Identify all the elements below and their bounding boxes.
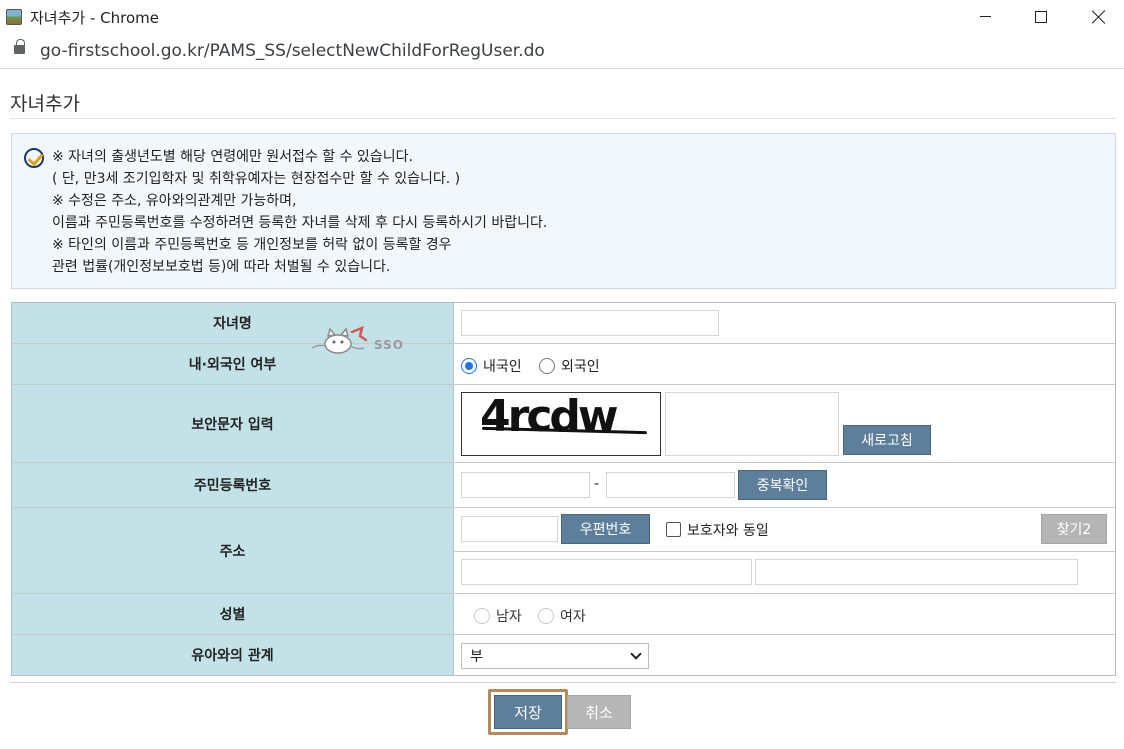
captcha-cell: 4rcdw 새로고침 <box>454 385 1115 462</box>
sso-cat-icon <box>311 325 368 354</box>
zipcode-button[interactable]: 우편번호 <box>561 514 650 544</box>
notice-line: ( 단, 만3세 조기입학자 및 취학유예자는 현장접수만 할 수 있습니다. … <box>52 171 461 187</box>
address-cell: 우편번호 보호자와 동일 찾기2 <box>454 508 1115 593</box>
rrn-cell: - 중복확인 <box>454 463 1115 507</box>
cancel-button[interactable]: 취소 <box>567 695 631 729</box>
child-name-input[interactable] <box>461 310 719 336</box>
row-child-name: 자녀명 <box>12 303 1115 344</box>
rrn-front-input[interactable] <box>461 472 590 498</box>
address-label: 주소 <box>12 508 454 593</box>
captcha-input[interactable] <box>665 392 839 456</box>
captcha-text: 4rcdw <box>480 392 619 442</box>
radio-foreign-label: 외국인 <box>561 359 600 375</box>
row-captcha: 보안문자 입력 4rcdw 새로고침 <box>12 385 1115 463</box>
same-as-guardian-checkbox[interactable] <box>666 522 681 537</box>
notice-text: ※ 자녀의 출생년도별 해당 연령에만 원서접수 할 수 있습니다. ( 단, … <box>52 146 547 278</box>
title-divider <box>10 118 1116 119</box>
address-divider <box>454 551 1115 552</box>
radio-foreign-button[interactable] <box>539 358 555 374</box>
zipcode-input[interactable] <box>461 516 558 542</box>
relation-cell: 부 <box>454 635 1115 675</box>
url-text[interactable]: go-firstschool.go.kr/PAMS_SS/selectNewCh… <box>40 41 545 61</box>
rrn-back-input[interactable] <box>606 472 735 498</box>
child-form-table: 자녀명 내·외국인 여부 내국인 외국인 보안문자 입력 4rcdw 새로고침 … <box>11 302 1116 676</box>
sso-mascot-icon[interactable]: SSO <box>308 325 404 356</box>
row-nationality: 내·외국인 여부 내국인 외국인 <box>12 344 1115 385</box>
app-icon <box>6 9 22 25</box>
window-title: 자녀추가 - Chrome <box>30 9 159 27</box>
radio-domestic[interactable]: 내국인 <box>461 356 522 376</box>
radio-male-button[interactable] <box>474 608 490 624</box>
chevron-down-icon <box>630 648 642 660</box>
bottom-divider <box>11 682 1116 683</box>
row-relation: 유아와의 관계 부 <box>12 635 1115 675</box>
row-rrn: 주민등록번호 - 중복확인 <box>12 463 1115 508</box>
minimize-icon <box>979 16 991 17</box>
notice-line: 이름과 주민등록번호를 수정하려면 등록한 자녀를 삭제 후 다시 등록하시기 … <box>52 215 548 231</box>
close-button[interactable] <box>1076 0 1122 33</box>
row-gender: 성별 남자 여자 <box>12 594 1115 635</box>
radio-domestic-label: 내국인 <box>483 359 522 375</box>
minimize-button[interactable] <box>962 0 1008 33</box>
nationality-cell: 내국인 외국인 <box>454 344 1115 384</box>
radio-male[interactable]: 남자 <box>474 606 522 626</box>
radio-foreign[interactable]: 외국인 <box>539 356 600 376</box>
relation-label: 유아와의 관계 <box>12 635 454 675</box>
rrn-label: 주민등록번호 <box>12 463 454 507</box>
find2-button[interactable]: 찾기2 <box>1041 514 1107 544</box>
relation-selected-value: 부 <box>470 649 483 665</box>
radio-female[interactable]: 여자 <box>538 606 586 626</box>
row-address: 주소 우편번호 보호자와 동일 찾기2 <box>12 508 1115 594</box>
refresh-captcha-button[interactable]: 새로고침 <box>843 425 931 455</box>
maximize-icon <box>1035 10 1047 23</box>
gender-label: 성별 <box>12 594 454 634</box>
close-icon <box>1092 10 1106 24</box>
window-titlebar: 자녀추가 - Chrome <box>0 0 1124 33</box>
captcha-label: 보안문자 입력 <box>12 385 454 462</box>
captcha-image: 4rcdw <box>461 392 661 456</box>
child-name-cell <box>454 303 1115 343</box>
same-as-guardian-label: 보호자와 동일 <box>687 523 769 539</box>
radio-male-label: 남자 <box>496 609 522 625</box>
relation-select[interactable]: 부 <box>461 643 649 669</box>
notice-line: ※ 타인의 이름과 주민등록번호 등 개인정보를 허락 없이 등록할 경우 <box>52 237 452 253</box>
address-line2-input[interactable] <box>755 559 1078 585</box>
address-line1-input[interactable] <box>461 559 752 585</box>
lock-icon[interactable] <box>14 39 25 54</box>
gender-cell: 남자 여자 <box>454 594 1115 634</box>
notice-line: ※ 자녀의 출생년도별 해당 연령에만 원서접수 할 수 있습니다. <box>52 149 413 165</box>
rrn-separator: - <box>594 476 600 492</box>
sso-label: SSO <box>374 338 404 352</box>
save-button[interactable]: 저장 <box>494 695 562 729</box>
notice-line: 관련 법률(개인정보보호법 등)에 따라 처벌될 수 있습니다. <box>52 259 391 275</box>
page-title: 자녀추가 <box>10 93 80 115</box>
duplicate-check-button[interactable]: 중복확인 <box>738 470 827 500</box>
radio-female-label: 여자 <box>560 609 586 625</box>
radio-domestic-button[interactable] <box>461 358 477 374</box>
radio-female-button[interactable] <box>538 608 554 624</box>
notice-box: ※ 자녀의 출생년도별 해당 연령에만 원서접수 할 수 있습니다. ( 단, … <box>11 133 1116 289</box>
maximize-button[interactable] <box>1018 0 1064 33</box>
notice-line: ※ 수정은 주소, 유아와의관계만 가능하며, <box>52 193 297 209</box>
check-icon <box>24 148 44 168</box>
